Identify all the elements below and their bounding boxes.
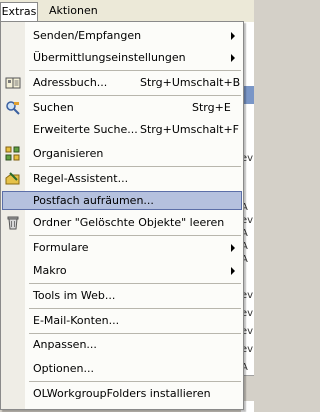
menu-item-formulare[interactable]: Formulare	[2, 238, 242, 257]
menu-item-anpassen[interactable]: Anpassen...	[2, 335, 242, 354]
menu-item-shortcut: Strg+Umschalt+F	[140, 123, 239, 136]
menu-item-label: Erweiterte Suche...	[33, 123, 138, 136]
menu-item-label: Anpassen...	[33, 338, 97, 351]
menu-item-postfach-aufraeumen[interactable]: Postfach aufräumen...	[2, 191, 242, 210]
menu-item-tools-im-web[interactable]: Tools im Web...	[2, 286, 242, 305]
organize-icon	[5, 146, 21, 162]
empty-trash-icon	[5, 215, 21, 231]
menu-separator	[29, 166, 241, 167]
menu-item-label: OLWorkgroupFolders installieren	[33, 387, 211, 400]
rules-wizard-icon	[5, 171, 21, 187]
submenu-arrow-icon	[231, 244, 235, 252]
menu-item-label: Optionen...	[33, 362, 94, 375]
menu-separator	[29, 70, 241, 71]
menu-item-email-konten[interactable]: E-Mail-Konten...	[2, 311, 242, 330]
menu-separator	[29, 283, 241, 284]
menu-item-olworkgroupfolders[interactable]: OLWorkgroupFolders installieren	[2, 384, 242, 403]
menu-item-label: E-Mail-Konten...	[33, 314, 120, 327]
menu-aktionen[interactable]: Aktionen	[44, 2, 103, 19]
extras-dropdown-menu: Senden/Empfangen Übermittlungseinstellun…	[0, 21, 244, 410]
menu-extras[interactable]: Extras	[0, 2, 38, 22]
menu-item-label: Organisieren	[33, 147, 104, 160]
menu-separator	[29, 381, 241, 382]
menu-item-senden-empfangen[interactable]: Senden/Empfangen	[2, 26, 242, 45]
menu-item-ordner-leeren[interactable]: Ordner "Gelöschte Objekte" leeren	[2, 213, 242, 232]
menu-item-label: Übermittlungseinstellungen	[33, 51, 186, 64]
submenu-arrow-icon	[231, 32, 235, 40]
menu-item-label: Makro	[33, 264, 67, 277]
menu-item-shortcut: Strg+E	[192, 101, 231, 114]
menu-item-label: Adressbuch...	[33, 76, 108, 89]
menu-item-optionen[interactable]: Optionen...	[2, 359, 242, 378]
menu-item-organisieren[interactable]: Organisieren	[2, 144, 242, 163]
menu-item-label: Formulare	[33, 241, 89, 254]
address-book-icon	[5, 75, 21, 91]
menu-item-label: Ordner "Gelöschte Objekte" leeren	[33, 216, 225, 229]
menu-item-label: Regel-Assistent...	[33, 172, 129, 185]
menu-item-suchen[interactable]: Suchen Strg+E	[2, 98, 242, 117]
menu-item-label: Senden/Empfangen	[33, 29, 142, 42]
menu-item-shortcut: Strg+Umschalt+B	[140, 76, 241, 89]
menu-item-label: Suchen	[33, 101, 74, 114]
menu-item-label: Postfach aufräumen...	[33, 194, 154, 207]
menu-separator	[29, 308, 241, 309]
menu-item-makro[interactable]: Makro	[2, 261, 242, 280]
menu-item-adressbuch[interactable]: Adressbuch... Strg+Umschalt+B	[2, 73, 242, 92]
menu-item-regel-assistent[interactable]: Regel-Assistent...	[2, 169, 242, 188]
menu-item-uebermittlungseinstellungen[interactable]: Übermittlungseinstellungen	[2, 48, 242, 67]
menu-item-erweiterte-suche[interactable]: Erweiterte Suche... Strg+Umschalt+F	[2, 120, 242, 139]
submenu-arrow-icon	[231, 54, 235, 62]
search-icon	[5, 100, 21, 116]
menu-bar: Extras Aktionen	[0, 0, 254, 23]
menu-separator	[29, 235, 241, 236]
menu-separator	[29, 95, 241, 96]
submenu-arrow-icon	[231, 267, 235, 275]
menu-separator	[29, 333, 241, 334]
menu-item-label: Tools im Web...	[33, 289, 116, 302]
